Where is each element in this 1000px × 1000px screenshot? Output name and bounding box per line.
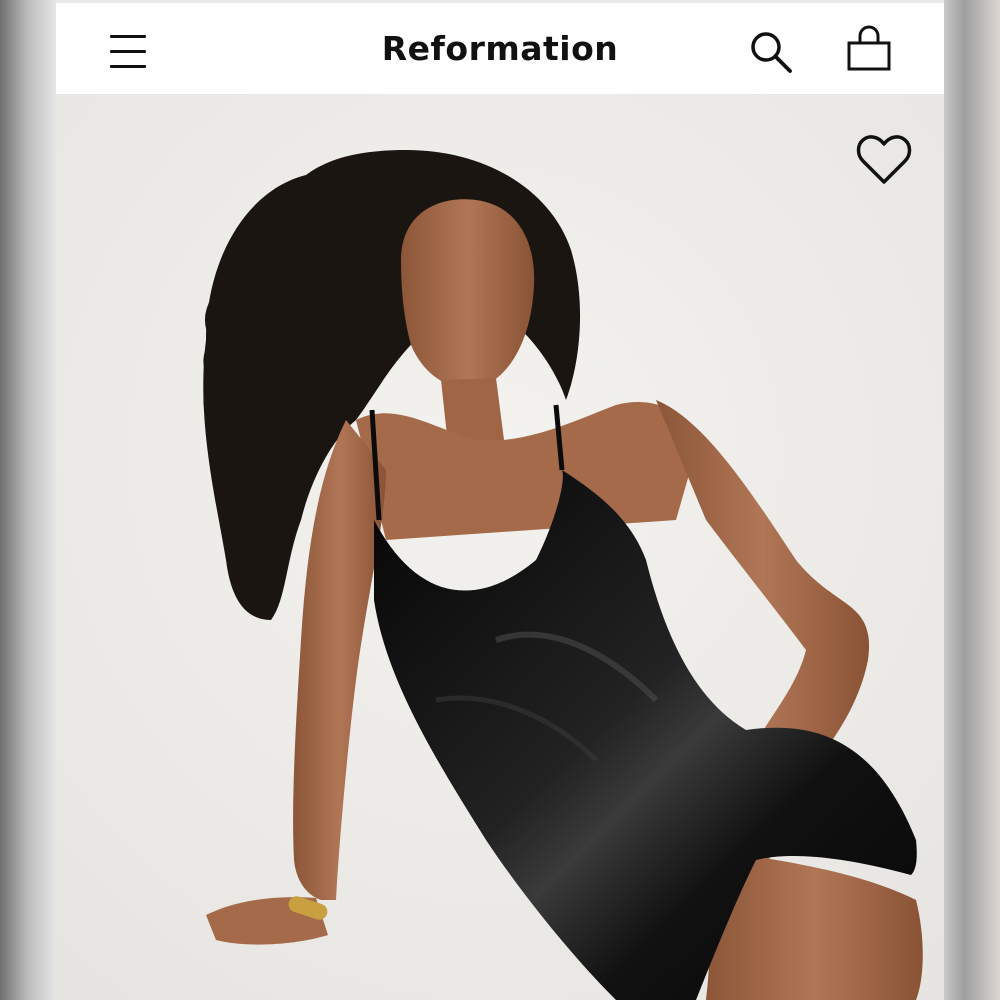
right-edge — [944, 0, 1000, 1000]
shopping-bag-icon[interactable] — [844, 25, 894, 75]
search-icon[interactable] — [746, 27, 794, 75]
brand-logo[interactable]: Reformation — [56, 29, 944, 68]
heart-outline-icon[interactable] — [854, 130, 914, 190]
product-image — [56, 94, 944, 1000]
app-screen: Reformation — [56, 0, 944, 1000]
top-nav-bar: Reformation — [56, 0, 944, 94]
